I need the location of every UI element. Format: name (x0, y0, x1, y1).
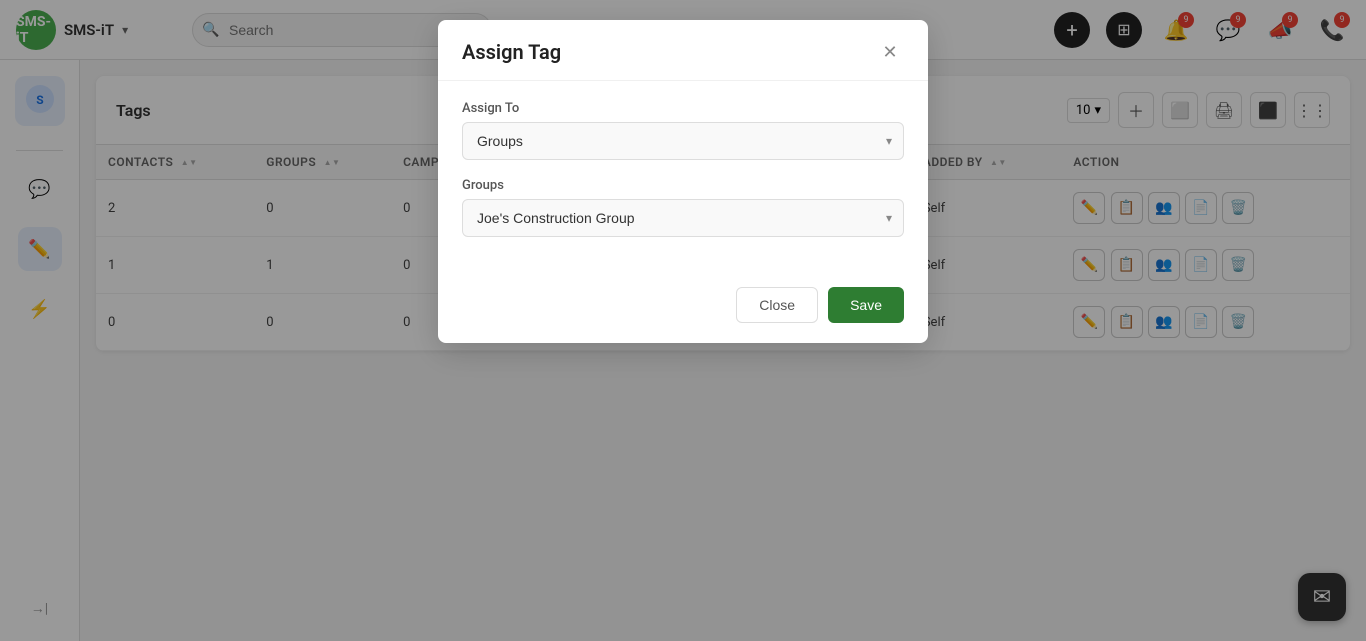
assign-to-select[interactable]: Groups Contacts Campaigns (462, 122, 904, 160)
modal-close-button[interactable]: ✕ (876, 38, 904, 66)
groups-select[interactable]: Joe's Construction Group Other Group (462, 199, 904, 237)
assign-tag-modal: Assign Tag ✕ Assign To Groups Contacts C… (438, 20, 928, 343)
groups-select-wrapper: Joe's Construction Group Other Group ▾ (462, 199, 904, 237)
modal-footer: Close Save (438, 275, 928, 343)
close-icon: ✕ (882, 42, 897, 63)
assign-to-label: Assign To (462, 101, 904, 116)
modal-overlay: Assign Tag ✕ Assign To Groups Contacts C… (0, 0, 1366, 641)
modal-title: Assign Tag (462, 40, 561, 64)
assign-to-select-wrapper: Groups Contacts Campaigns ▾ (462, 122, 904, 160)
groups-form-group: Groups Joe's Construction Group Other Gr… (462, 178, 904, 237)
assign-to-group: Assign To Groups Contacts Campaigns ▾ (462, 101, 904, 160)
modal-header: Assign Tag ✕ (438, 20, 928, 81)
groups-label: Groups (462, 178, 904, 193)
modal-body: Assign To Groups Contacts Campaigns ▾ Gr… (438, 81, 928, 275)
close-button[interactable]: Close (736, 287, 818, 323)
save-button[interactable]: Save (828, 287, 904, 323)
